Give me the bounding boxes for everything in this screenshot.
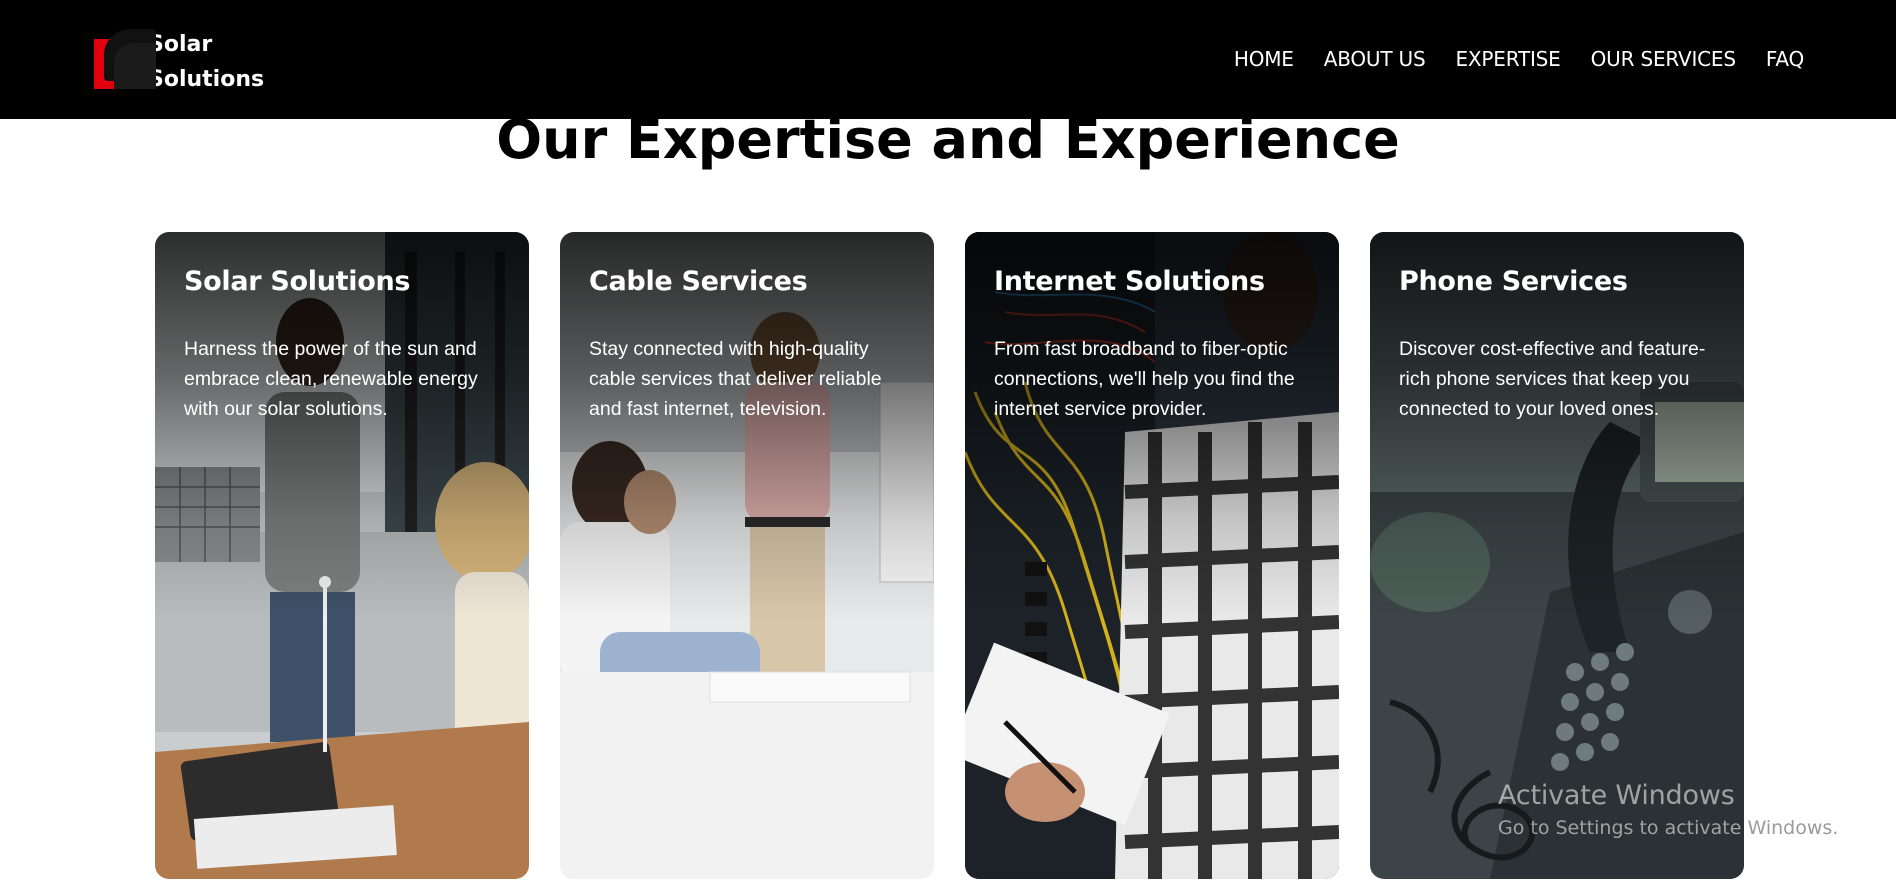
nav-link-expertise[interactable]: EXPERTISE	[1455, 47, 1560, 71]
card-title: Internet Solutions	[994, 266, 1265, 297]
card-internet-solutions[interactable]: Internet Solutions From fast broadband t…	[965, 232, 1339, 879]
windows-activation-watermark: Activate Windows Go to Settings to activ…	[1498, 780, 1838, 839]
top-navbar: Solar Solutions HOME ABOUT US EXPERTISE …	[0, 0, 1896, 119]
card-description: From fast broadband to fiber-optic conne…	[994, 338, 1295, 420]
card-cable-services[interactable]: Cable Services Stay connected with high-…	[560, 232, 934, 879]
card-solar-solutions[interactable]: Solar Solutions Harness the power of the…	[155, 232, 529, 879]
card-title: Cable Services	[589, 266, 808, 297]
card-title: Solar Solutions	[184, 266, 411, 297]
card-description: Harness the power of the sun and embrace…	[184, 338, 478, 420]
nav-link-about-us[interactable]: ABOUT US	[1324, 47, 1426, 71]
brand-name-line2: Solutions	[148, 67, 265, 92]
brand-name: Solar Solutions	[148, 27, 264, 97]
logo-icon	[94, 29, 156, 91]
brand-name-line1: Solar	[148, 32, 213, 57]
card-title: Phone Services	[1399, 266, 1628, 297]
brand-logo[interactable]: Solar Solutions	[94, 27, 264, 92]
nav-link-faq[interactable]: FAQ	[1766, 47, 1804, 71]
nav-link-home[interactable]: HOME	[1234, 47, 1294, 71]
watermark-subtitle-part1: Go to Settings to activate	[1498, 817, 1748, 839]
card-description: Discover cost-effective and feature-rich…	[1399, 338, 1706, 420]
main-nav: HOME ABOUT US EXPERTISE OUR SERVICES FAQ	[1204, 47, 1804, 71]
card-description: Stay connected with high-quality cable s…	[589, 338, 882, 420]
watermark-subtitle: Go to Settings to activate Windows.	[1498, 817, 1838, 839]
nav-link-our-services[interactable]: OUR SERVICES	[1591, 47, 1736, 71]
watermark-subtitle-part2: Windows.	[1747, 817, 1839, 839]
watermark-title: Activate Windows	[1498, 780, 1735, 811]
